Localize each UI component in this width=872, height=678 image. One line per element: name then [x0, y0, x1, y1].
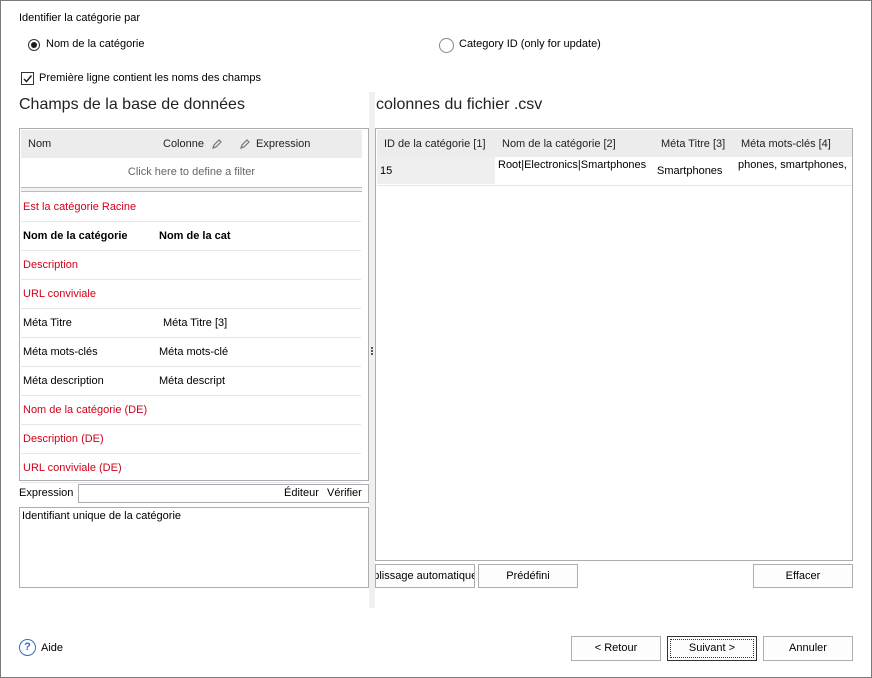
- field-row-name: Description (DE): [23, 433, 104, 445]
- csv-columns-grid: ID de la catégorie [1] Nom de la catégor…: [375, 128, 853, 561]
- csv-columns-heading: colonnes du fichier .csv: [376, 96, 543, 113]
- field-row[interactable]: URL conviviale (DE): [21, 453, 361, 483]
- db-fields-heading: Champs de la base de données: [19, 96, 245, 113]
- field-description-text: Identifiant unique de la catégorie: [22, 510, 182, 522]
- field-description-box: Identifiant unique de la catégorie: [19, 507, 369, 588]
- checkmark-icon: [23, 75, 33, 83]
- field-row[interactable]: Description (DE): [21, 424, 361, 454]
- col-header-colonne[interactable]: Colonne: [163, 138, 204, 150]
- field-row-column[interactable]: Méta descript: [159, 375, 225, 387]
- field-row-column[interactable]: Méta mots-clé: [159, 346, 228, 358]
- pencil-icon: [212, 139, 222, 149]
- csv-cell-3[interactable]: Smartphones: [657, 165, 722, 177]
- csv-cell-4[interactable]: phones, smartphones,: [738, 159, 852, 171]
- csv-data-row[interactable]: 15 Root|Electronics|Smartphones Smartpho…: [377, 157, 852, 186]
- field-row-name: URL conviviale (DE): [23, 462, 122, 474]
- pencil-icon: [240, 139, 250, 149]
- radio-category-id[interactable]: [439, 38, 454, 53]
- editor-button[interactable]: Éditeur: [284, 487, 319, 499]
- field-row-name: Est la catégorie Racine: [23, 201, 137, 213]
- field-row-name: Nom de la catégorie (DE): [23, 404, 148, 416]
- identify-label: Identifier la catégorie par: [19, 12, 141, 24]
- csv-col-header-2[interactable]: Nom de la catégorie [2]: [502, 138, 616, 150]
- field-row-name: Méta mots-clés: [23, 346, 98, 358]
- field-row-name: Nom de la catégorie: [23, 230, 128, 242]
- next-button[interactable]: Suivant >: [667, 636, 757, 661]
- predefined-button[interactable]: Prédéfini: [478, 564, 578, 588]
- csv-cell-selected-bg: [377, 157, 495, 184]
- csv-cell-1[interactable]: 15: [380, 165, 392, 177]
- field-row-name: Description: [23, 259, 79, 271]
- field-row[interactable]: Est la catégorie Racine: [21, 192, 361, 222]
- csv-col-header-3[interactable]: Méta Titre [3]: [661, 138, 725, 150]
- verify-button[interactable]: Vérifier: [327, 487, 362, 499]
- clear-button[interactable]: Effacer: [753, 564, 853, 588]
- csv-grid-header: ID de la catégorie [1] Nom de la catégor…: [377, 130, 852, 157]
- field-row[interactable]: URL conviviale: [21, 279, 361, 309]
- field-row-name: Méta description: [23, 375, 104, 387]
- col-header-nom[interactable]: Nom: [28, 138, 51, 150]
- help-link[interactable]: Aide: [41, 642, 63, 654]
- cancel-button[interactable]: Annuler: [763, 636, 853, 661]
- field-row-column[interactable]: Nom de la cat: [159, 230, 231, 242]
- expression-label: Expression: [19, 487, 74, 499]
- help-icon[interactable]: ?: [19, 639, 36, 656]
- field-row[interactable]: Méta mots-clés Méta mots-clé: [21, 337, 361, 367]
- grid-header: Nom Colonne Expression: [21, 130, 362, 158]
- col-header-expression[interactable]: Expression: [256, 138, 310, 150]
- field-row-name: URL conviviale: [23, 288, 96, 300]
- radio-category-name[interactable]: [28, 39, 40, 51]
- field-row[interactable]: Description: [21, 250, 361, 280]
- back-button[interactable]: < Retour: [571, 636, 661, 661]
- radio-category-id-label[interactable]: Category ID (only for update): [459, 38, 601, 50]
- radio-category-name-label[interactable]: Nom de la catégorie: [46, 38, 144, 50]
- filter-row[interactable]: Click here to define a filter: [21, 158, 362, 186]
- field-row[interactable]: Méta description Méta descript: [21, 366, 361, 396]
- db-fields-grid: Nom Colonne Expression Click here to def…: [19, 128, 369, 483]
- field-row[interactable]: Méta Titre Méta Titre [3]: [21, 308, 361, 338]
- first-line-label[interactable]: Première ligne contient les noms des cha…: [39, 72, 261, 84]
- grid-scrollbar[interactable]: [362, 129, 368, 480]
- csv-cell-2[interactable]: Root|Electronics|Smartphones: [498, 159, 646, 171]
- first-line-checkbox[interactable]: [21, 72, 34, 85]
- field-row-name: Méta Titre: [23, 317, 72, 329]
- csv-col-header-1[interactable]: ID de la catégorie [1]: [384, 138, 486, 150]
- field-row-column[interactable]: Méta Titre [3]: [163, 317, 227, 329]
- csv-col-header-4[interactable]: Méta mots-clés [4]: [741, 138, 831, 150]
- expression-input[interactable]: Éditeur Vérifier: [78, 484, 369, 503]
- autofill-button[interactable]: Remplissage automatique: [375, 564, 475, 588]
- field-row[interactable]: Nom de la catégorie Nom de la cat: [21, 221, 361, 251]
- field-row[interactable]: Nom de la catégorie (DE): [21, 395, 361, 425]
